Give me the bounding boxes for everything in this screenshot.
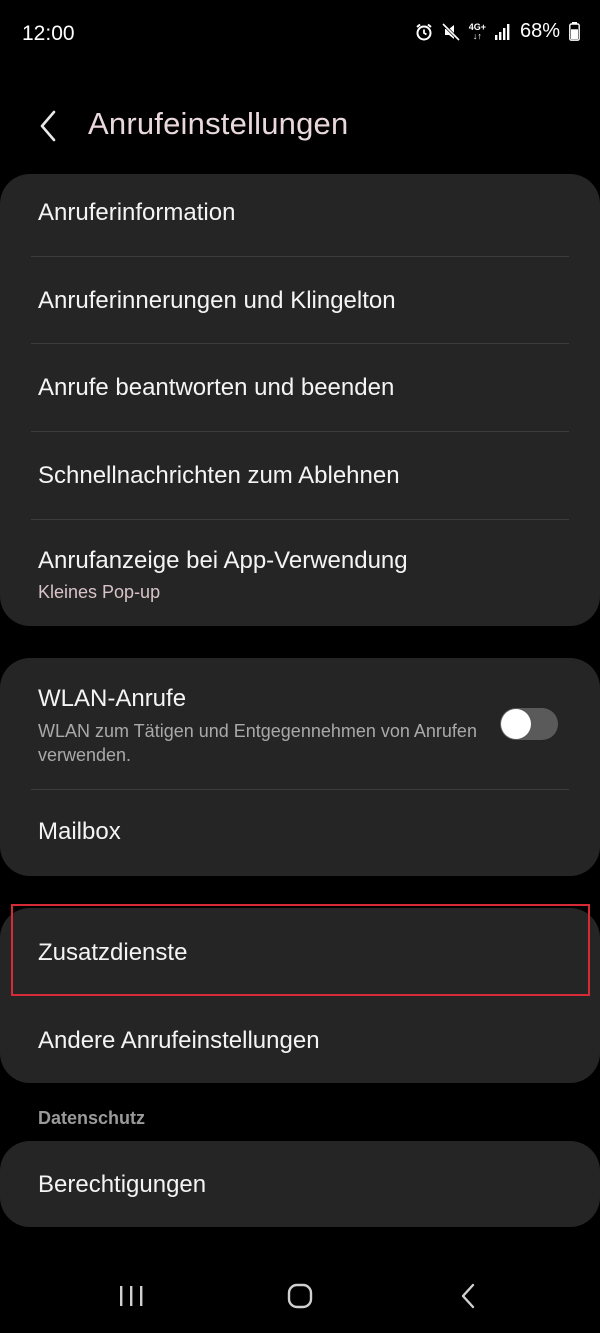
status-time: 12:00 xyxy=(22,22,75,45)
item-title: Andere Anrufeinstellungen xyxy=(38,1027,320,1054)
network-arrows: ↓↑ xyxy=(472,30,482,41)
back-icon xyxy=(461,1283,475,1309)
mute-icon xyxy=(441,22,460,41)
alarm-icon xyxy=(415,23,433,41)
chevron-left-icon xyxy=(40,110,56,142)
wlan-call-toggle[interactable] xyxy=(500,708,558,740)
battery-percent: 68% xyxy=(519,20,560,42)
navigation-bar xyxy=(0,1260,600,1333)
list-item-berechtigungen[interactable]: Berechtigungen xyxy=(0,1141,600,1227)
signal-icon xyxy=(494,23,511,40)
battery-icon xyxy=(569,22,580,41)
recent-apps-icon xyxy=(120,1286,143,1306)
page-title: Anrufeinstellungen xyxy=(88,106,349,141)
list-item-anruferinformation[interactable]: Anruferinformation xyxy=(0,174,600,256)
nav-back-button[interactable] xyxy=(448,1280,488,1312)
list-item-anrufanzeige[interactable]: Anrufanzeige bei App-Verwendung Kleines … xyxy=(0,520,600,626)
settings-group-privacy: Berechtigungen xyxy=(0,1141,600,1227)
item-description: WLAN zum Tätigen und Entgegennehmen von … xyxy=(38,721,477,765)
recent-apps-button[interactable] xyxy=(111,1280,151,1312)
item-title: Anruferinformation xyxy=(38,199,236,226)
item-title: WLAN-Anrufe xyxy=(38,685,187,712)
back-button[interactable] xyxy=(30,108,66,144)
highlight-box xyxy=(11,904,590,996)
status-bar: 12:00 4G+ ↓↑ 68% xyxy=(0,0,600,68)
list-item-anruferinnerungen[interactable]: Anruferinnerungen und Klingelton xyxy=(0,257,600,343)
home-button[interactable] xyxy=(280,1280,320,1312)
network-4g-icon: 4G+ ↓↑ xyxy=(469,22,486,41)
item-title: Berechtigungen xyxy=(38,1171,207,1198)
item-title: Anrufanzeige bei App-Verwendung xyxy=(38,547,408,574)
item-title: Anrufe beantworten und beenden xyxy=(38,374,395,401)
item-title: Mailbox xyxy=(38,818,121,845)
list-item-mailbox[interactable]: Mailbox xyxy=(0,790,600,876)
list-item-schnellnachrichten[interactable]: Schnellnachrichten zum Ablehnen xyxy=(0,432,600,519)
home-icon xyxy=(287,1283,313,1309)
item-title: Schnellnachrichten zum Ablehnen xyxy=(38,462,400,489)
item-title: Anruferinnerungen und Klingelton xyxy=(38,287,396,314)
settings-group-wlan: WLAN-Anrufe WLAN zum Tätigen und Entgege… xyxy=(0,658,600,876)
item-subtitle: Kleines Pop-up xyxy=(38,582,161,602)
app-header: Anrufeinstellungen xyxy=(0,90,600,160)
list-item-andere-anrufeinstellungen[interactable]: Andere Anrufeinstellungen xyxy=(0,996,600,1083)
settings-group-call: Anruferinformation Anruferinnerungen und… xyxy=(0,174,600,626)
list-item-wlan-anrufe[interactable]: WLAN-Anrufe WLAN zum Tätigen und Entgege… xyxy=(0,658,600,788)
toggle-knob xyxy=(501,709,531,739)
list-item-anrufe-beantworten[interactable]: Anrufe beantworten und beenden xyxy=(0,344,600,431)
status-icons: 4G+ ↓↑ 68% xyxy=(415,20,580,43)
section-label-datenschutz: Datenschutz xyxy=(38,1108,146,1128)
